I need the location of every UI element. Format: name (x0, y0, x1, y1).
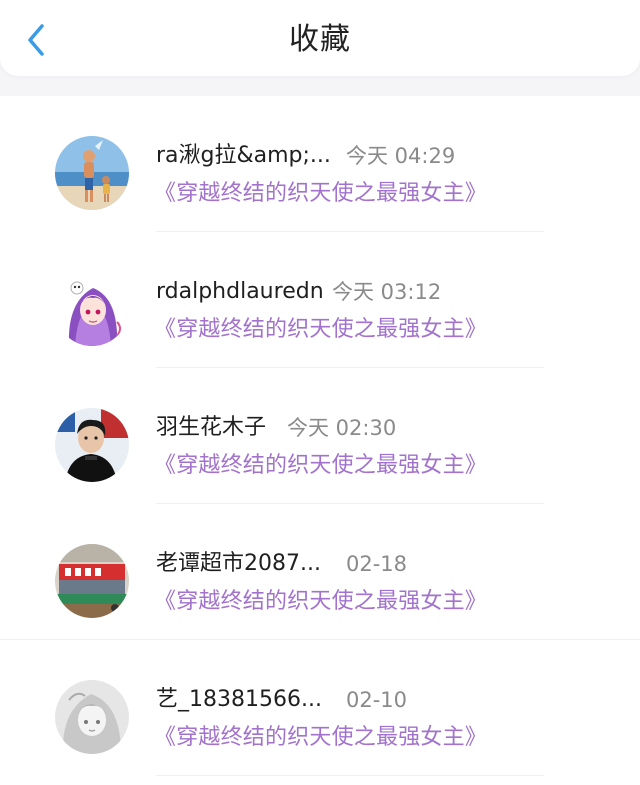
top-bar: 收藏 (0, 0, 640, 76)
avatar[interactable] (55, 408, 129, 482)
timestamp: 今天 04:29 (346, 144, 456, 168)
book-title-link[interactable]: 《穿越终结的织天使之最强女主》 (154, 723, 487, 753)
list-item[interactable]: rdalphdlauredn 今天 03:12 《穿越终结的织天使之最强女主》 (0, 232, 640, 368)
avatar[interactable] (55, 544, 129, 618)
user-name: ra湫g拉&amp;... (156, 143, 331, 168)
timestamp: 今天 03:12 (332, 280, 442, 304)
user-name: rdalphdlauredn (156, 279, 324, 304)
list-item[interactable]: 羽生花木子 今天 02:30 《穿越终结的织天使之最强女主》 (0, 368, 640, 504)
timestamp: 02-10 (346, 688, 408, 712)
timestamp: 今天 02:30 (287, 416, 397, 440)
book-title-link[interactable]: 《穿越终结的织天使之最强女主》 (154, 179, 487, 209)
user-name: 艺_18381566... (156, 687, 322, 712)
list-item[interactable]: 艺_18381566... 02-10 《穿越终结的织天使之最强女主》 (0, 640, 640, 776)
avatar[interactable] (55, 272, 129, 346)
book-title-link[interactable]: 《穿越终结的织天使之最强女主》 (154, 315, 487, 345)
avatar[interactable] (55, 136, 129, 210)
user-name: 羽生花木子 (156, 415, 267, 440)
list-item[interactable]: ra湫g拉&amp;... 今天 04:29 《穿越终结的织天使之最强女主》 (0, 96, 640, 232)
timestamp: 02-18 (346, 552, 408, 576)
book-title-link[interactable]: 《穿越终结的织天使之最强女主》 (154, 587, 487, 617)
favorites-list: ra湫g拉&amp;... 今天 04:29 《穿越终结的织天使之最强女主》 r… (0, 96, 640, 785)
user-name: 老谭超市2087... (156, 551, 321, 576)
book-title-link[interactable]: 《穿越终结的织天使之最强女主》 (154, 451, 487, 481)
list-item[interactable]: 老谭超市2087... 02-18 《穿越终结的织天使之最强女主》 (0, 504, 640, 640)
page-title: 收藏 (289, 22, 351, 57)
divider (156, 775, 544, 776)
avatar[interactable] (55, 680, 129, 754)
